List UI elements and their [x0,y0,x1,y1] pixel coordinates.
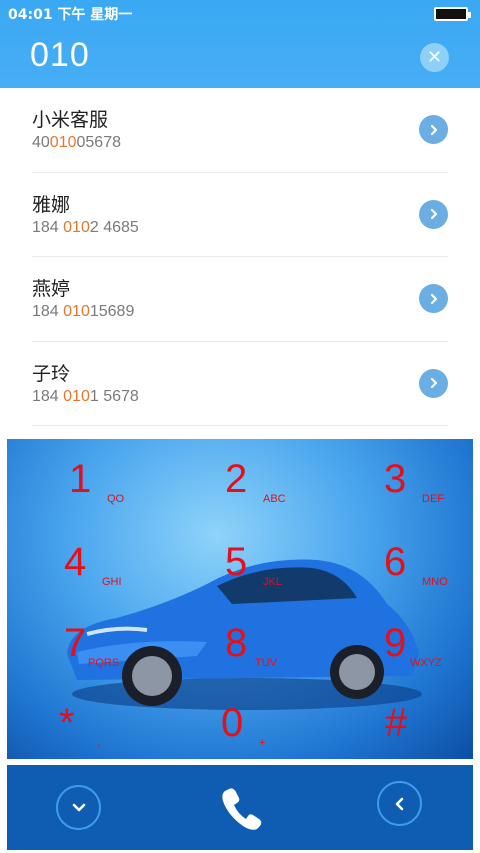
search-header: 04:01 下午 星期一 010 ✕ [0,0,480,88]
dial-key-4[interactable]: 4 GHI [64,540,214,600]
contact-name: 子玲 [32,362,71,385]
dial-key-8[interactable]: 8 TUV [225,621,375,681]
battery-icon [434,7,471,21]
dialer-screen: 04:01 下午 星期一 010 ✕ 小米客服 4001005678 雅娜 18… [0,0,480,853]
close-icon: ✕ [426,47,443,68]
dial-key-7[interactable]: 7 PQRS [64,621,214,681]
dial-key-hash[interactable]: # [385,701,473,759]
contact-number: 184 0101 5678 [32,387,139,405]
contact-row[interactable]: 燕婷 184 01015689 [32,257,448,342]
contact-number: 184 01015689 [32,303,135,320]
contact-number: 184 0102 4685 [32,218,139,236]
status-time: 04:01 下午 星期一 [8,7,133,23]
phone-icon [222,788,262,830]
dialed-number[interactable]: 010 [30,36,90,75]
contact-list: 小米客服 4001005678 雅娜 184 0102 4685 燕婷 184 … [0,88,480,426]
chevron-left-icon [395,797,403,810]
action-bar [7,765,473,850]
contact-detail-button[interactable] [419,199,448,229]
status-bar: 04:01 下午 星期一 [8,4,472,24]
contact-name: 燕婷 [32,278,71,300]
backspace-button[interactable] [377,781,422,826]
dial-key-5[interactable]: 5 JKL [225,540,375,600]
chevron-down-icon [72,803,85,811]
chevron-right-icon [430,293,437,304]
dial-key-0[interactable]: 0 + [221,701,371,759]
dial-key-6[interactable]: 6 MNO [384,540,473,600]
chevron-right-icon [430,377,437,389]
contact-number: 4001005678 [32,134,121,151]
call-button[interactable] [215,785,265,831]
contact-detail-button[interactable] [419,284,448,313]
dial-key-3[interactable]: 3 DEF [384,457,473,517]
contact-detail-button[interactable] [419,368,448,398]
contact-detail-button[interactable] [419,115,448,144]
contact-name: 小米客服 [32,109,109,131]
contact-row[interactable]: 雅娜 184 0102 4685 [32,173,448,257]
contact-name: 雅娜 [32,193,71,216]
chevron-right-icon [430,124,437,135]
dial-key-1[interactable]: 1 QO [69,457,219,517]
dial-key-star[interactable]: * , [59,701,209,759]
contact-row[interactable]: 小米客服 4001005678 [32,88,448,173]
chevron-right-icon [430,208,437,220]
dial-pad: 1 QO 2 ABC 3 DEF 4 GHI 5 JKL 6 MNO 7 PQR… [7,439,473,759]
dial-key-9[interactable]: 9 WXYZ [384,621,473,681]
contact-row[interactable]: 子玲 184 0101 5678 [32,342,448,426]
collapse-dialpad-button[interactable] [56,785,101,830]
dial-key-2[interactable]: 2 ABC [225,457,375,517]
clear-button[interactable]: ✕ [420,43,449,72]
